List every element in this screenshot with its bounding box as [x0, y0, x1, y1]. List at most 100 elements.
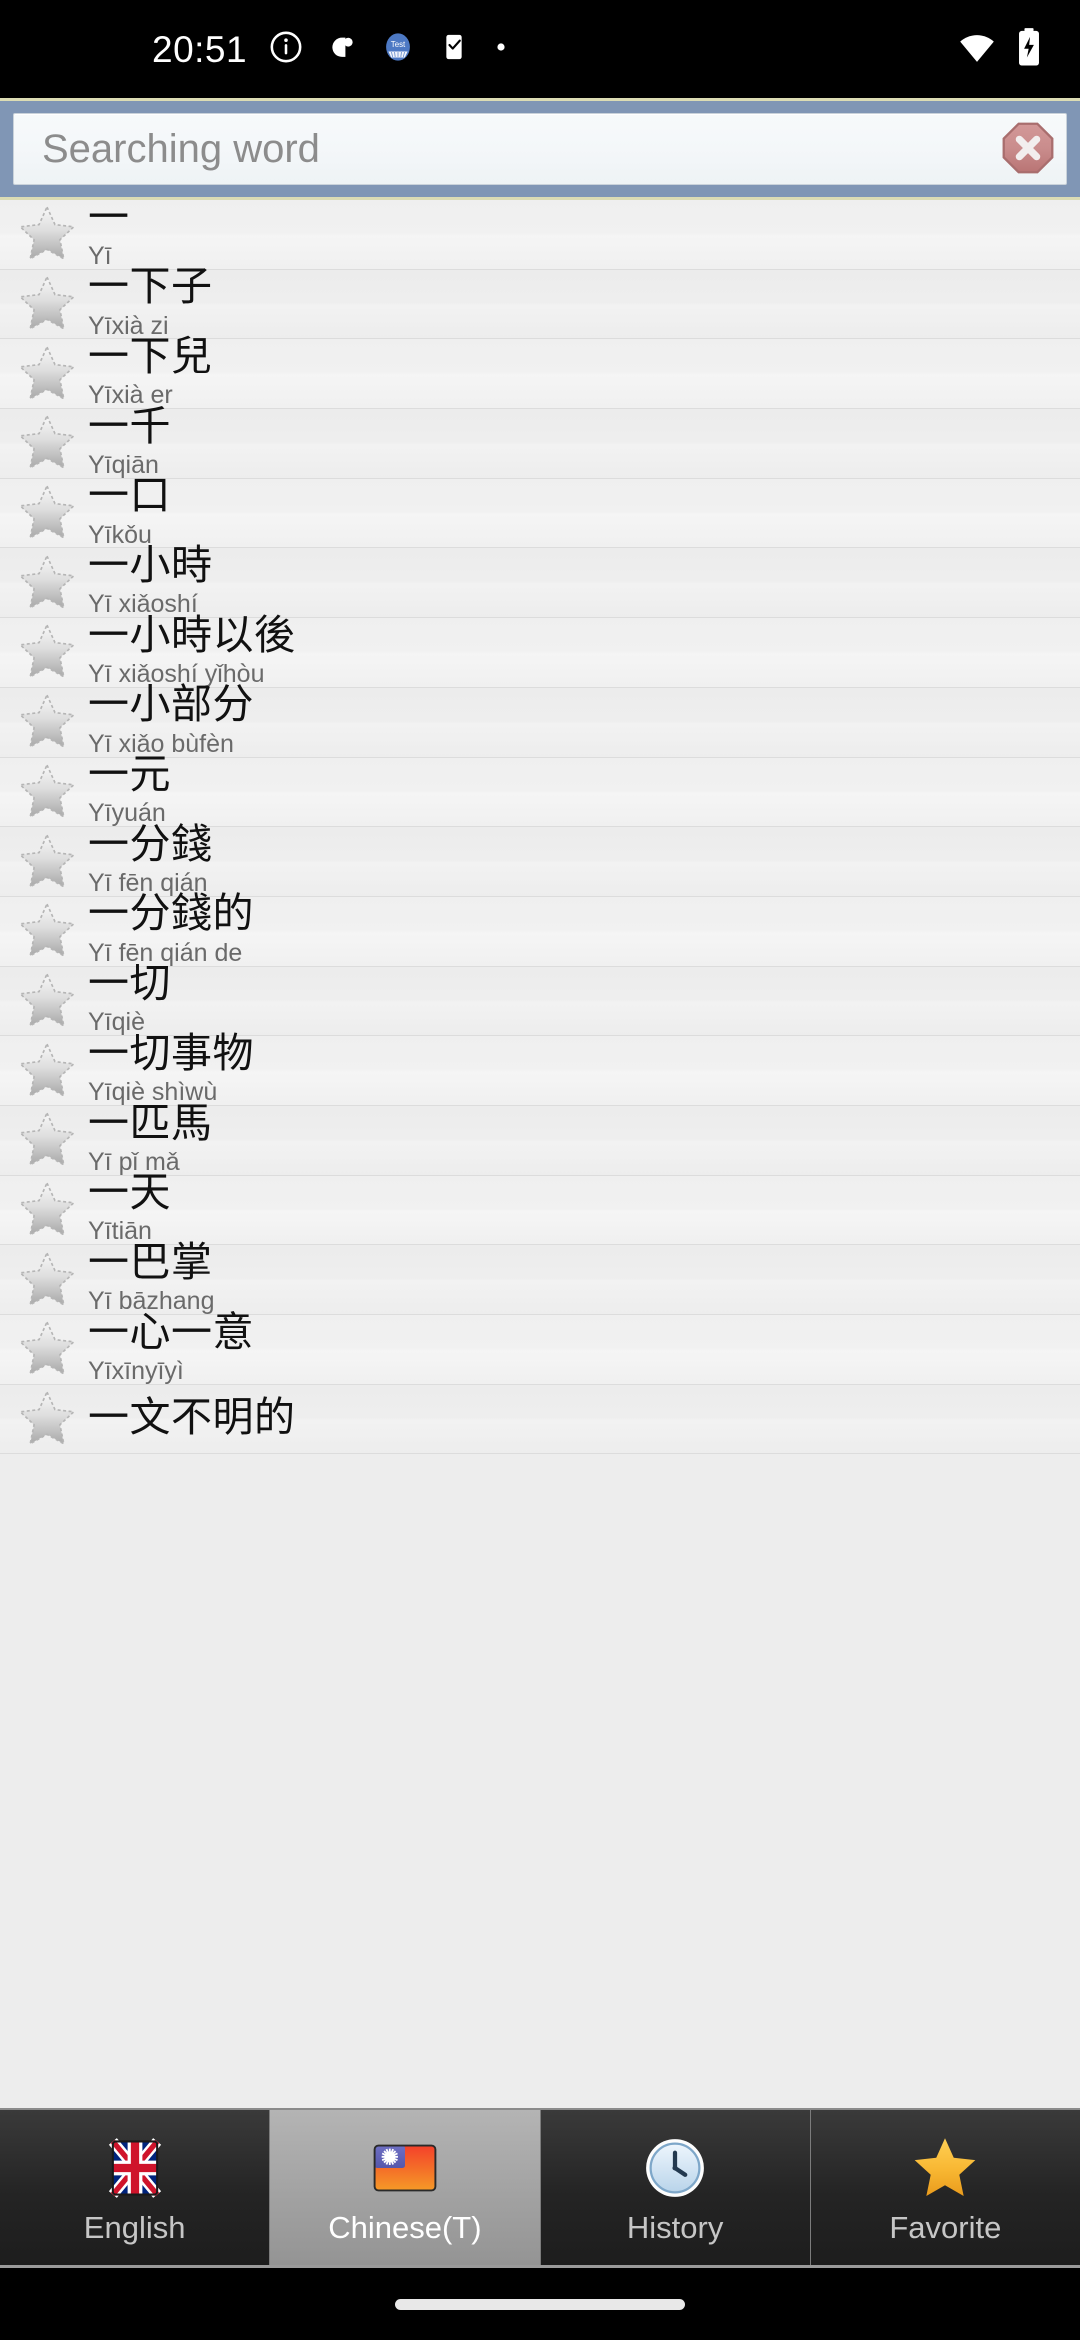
tab-favorite[interactable]: Favorite — [810, 2110, 1080, 2265]
list-item-text: 一文不明的 — [88, 1395, 296, 1443]
wifi-icon — [956, 26, 998, 73]
list-item-word: 一 — [88, 200, 130, 240]
list-item-text: 一天 Yītiān — [88, 1170, 171, 1250]
tab-chinese-t[interactable]: Chinese(T) — [270, 2110, 541, 2265]
star-outline-icon[interactable] — [14, 341, 80, 407]
list-item-text: 一小時以後 Yī xiǎoshí yǐhòu — [88, 611, 296, 693]
list-item-word: 一小部分 — [88, 681, 254, 728]
tab-label: History — [626, 2210, 724, 2245]
list-item[interactable]: 一下子 Yīxià zi — [0, 264, 1080, 340]
list-item-word: 一千 — [88, 402, 171, 449]
list-item[interactable]: 一心一意 Yīxīnyīyì — [0, 1309, 1080, 1385]
list-item-text: 一分錢的 Yī fēn qián de — [88, 891, 254, 971]
list-item-text: 一元 Yīyuán — [88, 752, 171, 832]
tab-english[interactable]: English — [0, 2110, 271, 2265]
uk-flag-icon — [99, 2132, 171, 2204]
list-item-text: 一下子 Yīxià zi — [88, 264, 213, 344]
search-input[interactable] — [42, 114, 1000, 184]
list-item[interactable]: 一文不明的 — [0, 1384, 1080, 1455]
star-outline-icon[interactable] — [14, 201, 80, 267]
list-item-word: 一元 — [88, 751, 171, 798]
gold-star-icon — [909, 2132, 981, 2204]
star-outline-icon[interactable] — [14, 1386, 80, 1452]
list-item-text: 一匹馬 Yī pǐ mǎ — [88, 1100, 213, 1181]
tab-label: Chinese(T) — [328, 2210, 482, 2245]
list-item-text: 一心一意 Yīxīnyīyì — [88, 1309, 254, 1390]
star-outline-icon[interactable] — [14, 1247, 80, 1313]
list-item-text: 一切 Yīqiè — [88, 961, 171, 1041]
taiwan-flag-icon — [369, 2132, 441, 2204]
status-clock: 20:51 — [152, 28, 248, 70]
search-field[interactable] — [13, 113, 1067, 185]
star-outline-icon[interactable] — [14, 1107, 80, 1173]
list-item[interactable]: 一千 Yīqiān — [0, 403, 1080, 479]
clear-search-button[interactable] — [1000, 121, 1056, 177]
list-item-pinyin: Yīxīnyīyì — [88, 1356, 184, 1385]
list-item[interactable]: 一元 Yīyuán — [0, 752, 1080, 827]
list-item-text: 一分錢 Yī fēn qián — [88, 822, 213, 902]
star-outline-icon[interactable] — [14, 480, 80, 546]
checklist-icon — [437, 30, 471, 69]
list-item-word: 一小時 — [88, 542, 213, 589]
word-list[interactable]: 一 Yī 一下子 Yīxià zi 一下兒 Yīxià er 一千 Yīqiān 一口 Yīkǒu… — [0, 200, 1080, 2108]
status-bar-right — [956, 26, 1044, 73]
dot-icon — [493, 39, 509, 60]
phone-screen: 20:51 Test Searching word 一 Yī 一下子 Yīxià… — [0, 0, 1080, 2340]
list-item[interactable]: 一巴掌 Yī bāzhang — [0, 1240, 1080, 1315]
gesture-pill[interactable] — [395, 2298, 685, 2310]
list-item-word: 一切事物 — [88, 1029, 254, 1076]
list-item-word: 一分錢 — [88, 820, 213, 867]
star-outline-icon[interactable] — [14, 689, 80, 755]
app-notification-icon — [325, 30, 359, 69]
list-item[interactable]: 一匹馬 Yī pǐ mǎ — [0, 1100, 1080, 1176]
list-item[interactable]: 一切 Yīqiè — [0, 961, 1080, 1036]
tab-history[interactable]: History — [540, 2110, 811, 2265]
list-item[interactable]: 一天 Yītiān — [0, 1170, 1080, 1245]
list-item-word: 一下兒 — [88, 332, 213, 379]
star-outline-icon[interactable] — [14, 829, 80, 895]
star-outline-icon[interactable] — [14, 550, 80, 616]
star-outline-icon[interactable] — [14, 968, 80, 1034]
status-bar-left: 20:51 Test — [0, 30, 509, 69]
list-item[interactable]: 一小時 Yī xiǎoshí — [0, 543, 1080, 618]
list-item-text: 一下兒 Yīxià er — [88, 334, 213, 414]
navigation-bar — [0, 2268, 1080, 2340]
list-item[interactable]: 一下兒 Yīxià er — [0, 334, 1080, 409]
star-outline-icon[interactable] — [14, 1038, 80, 1104]
star-outline-icon[interactable] — [14, 759, 80, 825]
list-item-text: 一小部分 Yī xiǎo bùfèn — [88, 682, 254, 762]
star-outline-icon[interactable] — [14, 410, 80, 476]
test-app-icon: Test — [381, 30, 415, 69]
list-item-text: 一千 Yīqiān — [88, 402, 171, 484]
list-item-word: 一小時以後 — [88, 611, 296, 658]
list-item-word: 一巴掌 — [88, 1238, 213, 1285]
list-item-text: 一口 Yīkǒu — [88, 473, 171, 553]
list-item-text: 一巴掌 Yī bāzhang — [88, 1240, 215, 1320]
star-outline-icon[interactable] — [14, 898, 80, 964]
star-outline-icon[interactable] — [14, 271, 80, 337]
clear-octagon-icon — [1000, 120, 1056, 179]
battery-charging-icon — [1014, 26, 1044, 73]
star-outline-icon[interactable] — [14, 1177, 80, 1243]
list-item-word: 一切 — [88, 960, 171, 1007]
list-item[interactable]: 一小部分 Yī xiǎo bùfèn — [0, 682, 1080, 758]
svg-text:Test: Test — [391, 40, 406, 49]
list-item[interactable]: 一分錢 Yī fēn qián — [0, 822, 1080, 897]
list-item-word: 一天 — [88, 1169, 171, 1216]
tab-label: Favorite — [889, 2210, 1002, 2245]
star-outline-icon[interactable] — [14, 619, 80, 685]
status-bar: 20:51 Test — [0, 0, 1080, 98]
list-item[interactable]: 一切事物 Yīqiè shìwù — [0, 1031, 1080, 1106]
clock-icon — [639, 2132, 711, 2204]
list-item[interactable]: 一分錢的 Yī fēn qián de — [0, 891, 1080, 967]
list-item[interactable]: 一口 Yīkǒu — [0, 473, 1080, 549]
bottom-tab-bar: English Chinese(T) History Favorite — [0, 2108, 1080, 2268]
list-item-word: 一口 — [88, 472, 171, 519]
list-item-text: 一小時 Yī xiǎoshí — [88, 543, 213, 623]
star-outline-icon[interactable] — [14, 1316, 80, 1382]
list-item[interactable]: 一小時以後 Yī xiǎoshí yǐhòu — [0, 612, 1080, 688]
list-item-word: 一分錢的 — [88, 890, 254, 937]
list-item-word: 一下子 — [88, 263, 213, 310]
info-circle-icon — [269, 30, 303, 69]
list-item[interactable]: 一 Yī — [0, 200, 1080, 270]
